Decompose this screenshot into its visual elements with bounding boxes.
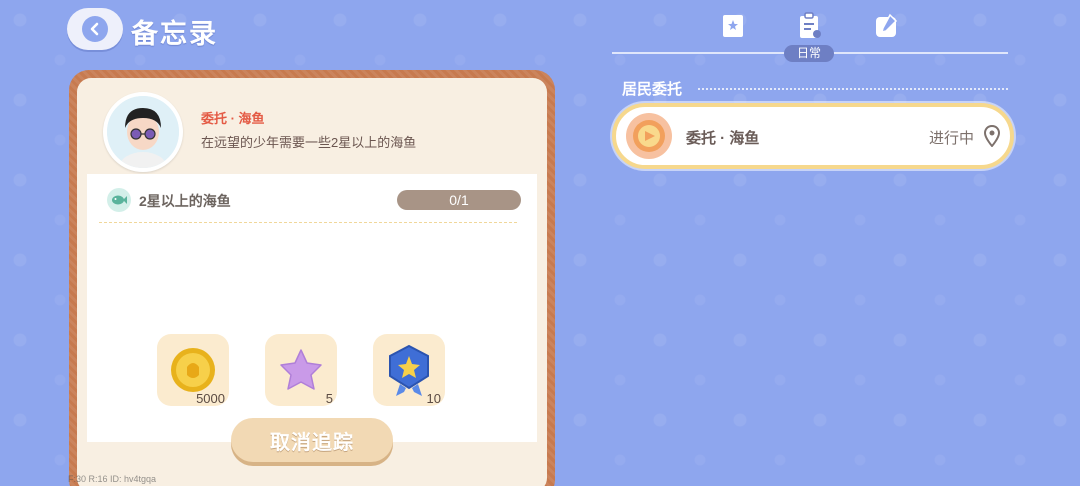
npc-avatar bbox=[103, 92, 183, 172]
reward-star[interactable]: 5 bbox=[265, 334, 337, 406]
quest-name: 委托 · 海鱼 bbox=[201, 111, 265, 126]
reward-quantity: 5 bbox=[325, 391, 333, 406]
tab-notes[interactable] bbox=[874, 12, 900, 40]
reward-gold-coin[interactable]: 5000 bbox=[157, 334, 229, 406]
reward-quantity: 10 bbox=[426, 391, 441, 406]
memo-card-inner: 委托 · 海鱼 在远望的少年需要一些2星以上的海鱼 2星以上的海鱼 0/1 50… bbox=[77, 78, 547, 486]
gold-coin-icon bbox=[171, 348, 215, 392]
reward-badge[interactable]: 10 bbox=[373, 334, 445, 406]
tab-bar: 日常 bbox=[612, 0, 1008, 62]
commission-status: 进行中 bbox=[928, 130, 974, 147]
memo-card: 委托 · 海鱼 在远望的少年需要一些2星以上的海鱼 2星以上的海鱼 0/1 50… bbox=[69, 70, 555, 486]
blue-badge-icon bbox=[389, 344, 429, 396]
commission-name: 委托 · 海鱼 bbox=[686, 130, 760, 147]
back-button[interactable] bbox=[67, 8, 123, 50]
book-icon bbox=[723, 15, 743, 37]
debug-info: F:30 R:16 ID: hv4tgqa bbox=[68, 474, 157, 484]
commission-coin-icon bbox=[626, 113, 672, 159]
quest-description: 在远望的少年需要一些2星以上的海鱼 bbox=[201, 135, 417, 150]
tab-book[interactable] bbox=[720, 12, 746, 40]
task-row: 2星以上的海鱼 0/1 bbox=[107, 188, 521, 212]
task-label: 2星以上的海鱼 bbox=[139, 193, 231, 209]
section-title: 居民委托 bbox=[622, 81, 683, 98]
untrack-button[interactable]: 取消追踪 bbox=[231, 418, 393, 462]
task-progress-bar: 0/1 bbox=[397, 190, 521, 210]
section-divider bbox=[698, 88, 1008, 90]
purple-star-icon bbox=[280, 349, 322, 390]
chevron-left-icon bbox=[82, 16, 108, 42]
divider bbox=[99, 222, 517, 223]
clipboard-icon bbox=[800, 12, 821, 38]
commission-item[interactable]: 委托 · 海鱼 进行中 bbox=[612, 103, 1014, 169]
tab-active-label: 日常 bbox=[784, 45, 834, 62]
page-title: 备忘录 bbox=[131, 19, 218, 49]
fish-icon bbox=[107, 188, 131, 212]
task-panel: 2星以上的海鱼 0/1 5000 5 10 bbox=[87, 174, 537, 442]
location-pin-icon[interactable] bbox=[984, 125, 1000, 147]
pencil-note-icon bbox=[876, 13, 898, 37]
tab-daily[interactable] bbox=[797, 12, 823, 40]
reward-quantity: 5000 bbox=[196, 391, 225, 406]
